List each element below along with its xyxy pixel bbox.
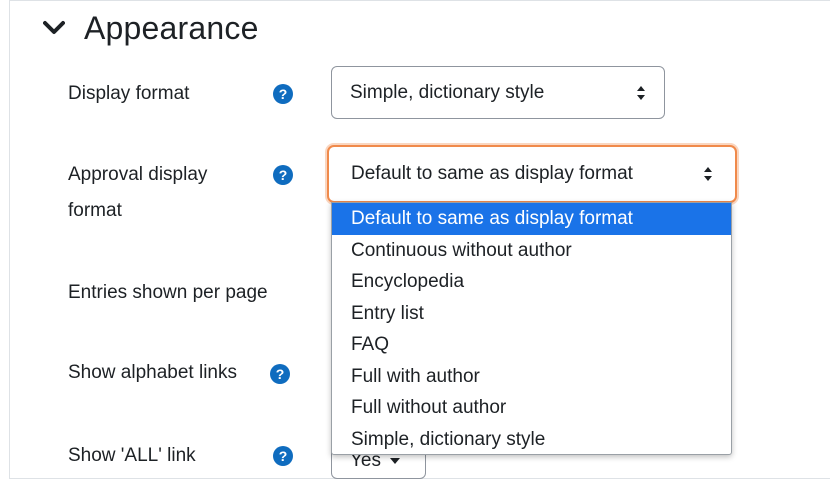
help-icon[interactable]: ? bbox=[273, 446, 293, 466]
chevron-down-icon[interactable] bbox=[40, 14, 68, 42]
dropdown-option[interactable]: Full without author bbox=[332, 392, 731, 424]
help-icon[interactable]: ? bbox=[273, 165, 293, 185]
display-format-label: Display format bbox=[68, 83, 190, 104]
approval-format-dropdown-list[interactable]: Default to same as display format Contin… bbox=[331, 202, 732, 455]
approval-display-format-value: Default to same as display format bbox=[351, 163, 633, 184]
dropdown-option[interactable]: Simple, dictionary style bbox=[332, 424, 731, 455]
show-all-link-label: Show 'ALL' link bbox=[68, 445, 196, 466]
entries-per-page-label: Entries shown per page bbox=[68, 282, 268, 303]
display-format-select[interactable]: Simple, dictionary style bbox=[331, 66, 665, 119]
dropdown-option[interactable]: Default to same as display format bbox=[332, 203, 731, 235]
section-title: Appearance bbox=[84, 9, 259, 46]
dropdown-option[interactable]: Entry list bbox=[332, 298, 731, 330]
caret-down-icon bbox=[390, 458, 400, 464]
approval-label-line2: format bbox=[68, 200, 122, 221]
show-alphabet-links-label: Show alphabet links bbox=[68, 362, 237, 383]
approval-label-line1: Approval display bbox=[68, 164, 208, 185]
dropdown-option[interactable]: Encyclopedia bbox=[332, 266, 731, 298]
help-icon[interactable]: ? bbox=[273, 84, 293, 104]
approval-display-format-select[interactable]: Default to same as display format bbox=[327, 145, 737, 203]
sort-arrows-icon bbox=[704, 167, 712, 181]
display-format-value: Simple, dictionary style bbox=[350, 81, 545, 103]
dropdown-option[interactable]: FAQ bbox=[332, 329, 731, 361]
sort-arrows-icon bbox=[637, 85, 645, 100]
section-header[interactable]: Appearance bbox=[40, 6, 259, 50]
dropdown-option[interactable]: Continuous without author bbox=[332, 235, 731, 267]
approval-display-format-label: Approval display format bbox=[68, 160, 207, 226]
dropdown-option[interactable]: Full with author bbox=[332, 361, 731, 393]
help-icon[interactable]: ? bbox=[270, 364, 290, 384]
